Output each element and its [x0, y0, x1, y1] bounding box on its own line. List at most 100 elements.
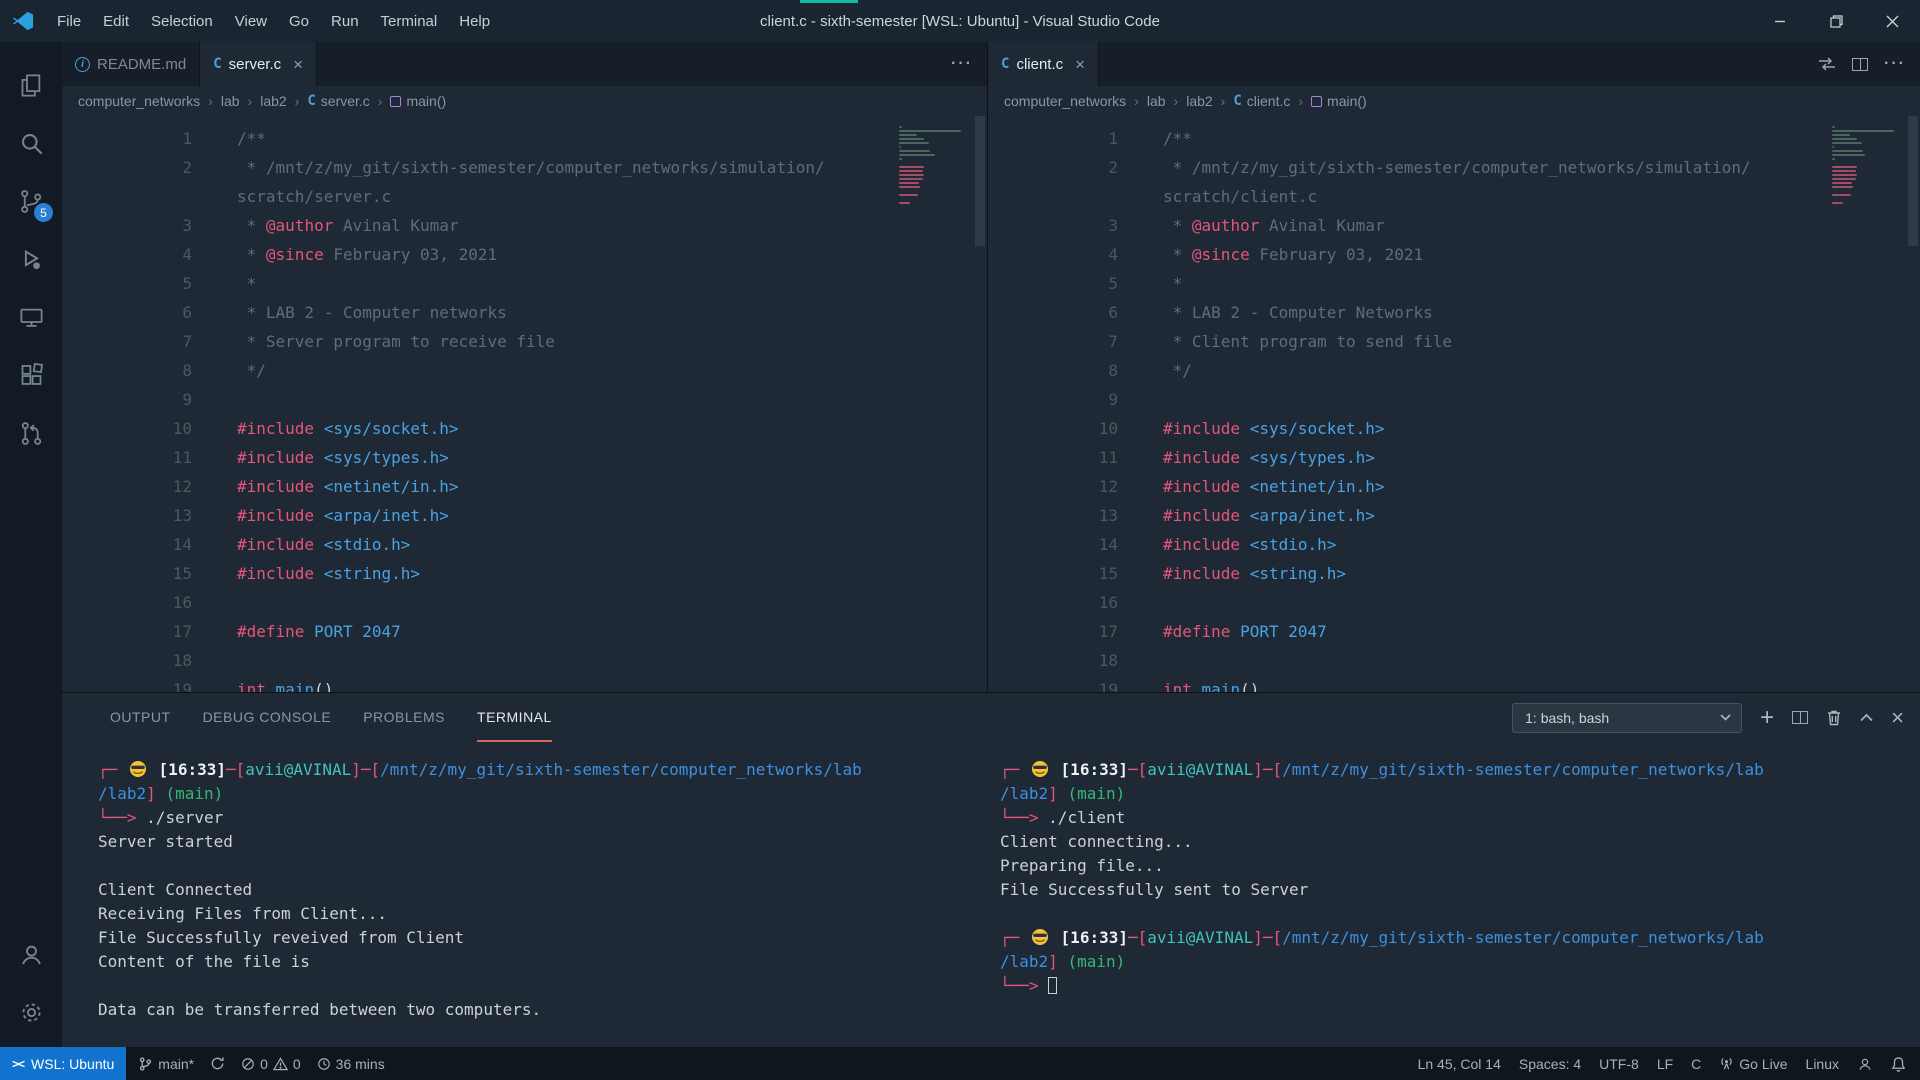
code-line[interactable]: 16 [62, 588, 987, 617]
menu-edit[interactable]: Edit [92, 7, 140, 36]
code-line[interactable]: 6 * LAB 2 - Computer networks [62, 298, 987, 327]
source-control-icon[interactable]: 5 [0, 172, 62, 230]
code-line[interactable]: 10#include <sys/socket.h> [988, 414, 1920, 443]
pull-requests-icon[interactable] [0, 404, 62, 462]
menu-terminal[interactable]: Terminal [370, 7, 449, 36]
close-panel-icon[interactable]: × [1891, 707, 1904, 729]
status-go-live[interactable]: Go Live [1719, 1056, 1787, 1072]
code-editor-client[interactable]: 1/**2 * /mnt/z/my_git/sixth-semester/com… [988, 116, 1920, 692]
extensions-icon[interactable] [0, 346, 62, 404]
code-line[interactable]: 19int main() [988, 675, 1920, 692]
remote-explorer-icon[interactable] [0, 288, 62, 346]
editor-scrollbar[interactable] [1908, 116, 1918, 246]
minimap[interactable] [899, 126, 969, 206]
panel-tab-output[interactable]: OUTPUT [110, 693, 171, 742]
breadcrumb-item[interactable]: main() [1311, 93, 1367, 109]
code-line[interactable]: 18 [62, 646, 987, 675]
code-line[interactable]: 19int main() [62, 675, 987, 692]
open-changes-icon[interactable] [1818, 56, 1836, 72]
code-line[interactable]: 17#define PORT 2047 [988, 617, 1920, 646]
account-icon[interactable] [0, 925, 62, 983]
code-line[interactable]: 6 * LAB 2 - Computer Networks [988, 298, 1920, 327]
code-line[interactable]: 18 [988, 646, 1920, 675]
panel-tab-problems[interactable]: PROBLEMS [363, 693, 445, 742]
status-utf-8[interactable]: UTF-8 [1599, 1056, 1639, 1072]
code-line[interactable]: 9 [988, 385, 1920, 414]
menu-selection[interactable]: Selection [140, 7, 224, 36]
editor-scrollbar[interactable] [975, 116, 985, 246]
breadcrumb-item[interactable]: lab [221, 93, 240, 109]
code-line[interactable]: 7 * Server program to receive file [62, 327, 987, 356]
code-line[interactable]: 12#include <netinet/in.h> [988, 472, 1920, 501]
breadcrumb-item[interactable]: lab [1147, 93, 1166, 109]
code-line[interactable]: 14#include <stdio.h> [988, 530, 1920, 559]
sync-icon[interactable] [210, 1056, 225, 1071]
terminal-left[interactable]: ┌─ [16:33]─[avii@AVINAL]─[/mnt/z/my_git/… [62, 742, 987, 1047]
code-line[interactable]: 16 [988, 588, 1920, 617]
close-tab-icon[interactable]: × [1075, 56, 1085, 73]
breadcrumb-item[interactable]: computer_networks [1004, 93, 1126, 109]
breadcrumb-item[interactable]: Cserver.c [307, 93, 369, 109]
code-line[interactable]: 15#include <string.h> [988, 559, 1920, 588]
problems-status[interactable]: 0 0 [241, 1056, 301, 1072]
code-line[interactable]: 1/** [62, 124, 987, 153]
breadcrumb-item[interactable]: lab2 [1186, 93, 1212, 109]
code-line[interactable]: 13#include <arpa/inet.h> [62, 501, 987, 530]
settings-gear-icon[interactable] [0, 983, 62, 1041]
status-lf[interactable]: LF [1657, 1056, 1673, 1072]
panel-tab-debug-console[interactable]: DEBUG CONSOLE [203, 693, 332, 742]
code-line[interactable]: 8 */ [62, 356, 987, 385]
breadcrumb-item[interactable]: Cclient.c [1233, 93, 1290, 109]
status-c[interactable]: C [1691, 1056, 1701, 1072]
code-line[interactable]: 5 * [988, 269, 1920, 298]
git-branch-status[interactable]: main* [138, 1056, 194, 1072]
more-actions-icon[interactable]: ··· [951, 55, 973, 73]
code-line[interactable]: scratch/client.c [988, 182, 1920, 211]
timer-status[interactable]: 36 mins [317, 1056, 385, 1072]
close-tab-icon[interactable]: × [293, 56, 303, 73]
editor-tab-client.c[interactable]: Cclient.c× [988, 42, 1099, 86]
breadcrumb-item[interactable]: main() [390, 93, 446, 109]
menu-go[interactable]: Go [278, 7, 320, 36]
code-line[interactable]: scratch/server.c [62, 182, 987, 211]
menu-view[interactable]: View [224, 7, 278, 36]
code-line[interactable]: 5 * [62, 269, 987, 298]
split-editor-icon[interactable] [1852, 58, 1868, 71]
close-window-button[interactable] [1864, 0, 1920, 42]
terminal-right[interactable]: ┌─ [16:33]─[avii@AVINAL]─[/mnt/z/my_git/… [987, 742, 1920, 1047]
status-spaces-4[interactable]: Spaces: 4 [1519, 1056, 1581, 1072]
code-line[interactable]: 12#include <netinet/in.h> [62, 472, 987, 501]
code-line[interactable]: 2 * /mnt/z/my_git/sixth-semester/compute… [988, 153, 1920, 182]
code-line[interactable]: 8 */ [988, 356, 1920, 385]
code-line[interactable]: 2 * /mnt/z/my_git/sixth-semester/compute… [62, 153, 987, 182]
run-debug-icon[interactable] [0, 230, 62, 288]
editor-tab-server.c[interactable]: Cserver.c× [200, 42, 317, 86]
menu-run[interactable]: Run [320, 7, 370, 36]
code-line[interactable]: 3 * @author Avinal Kumar [62, 211, 987, 240]
code-line[interactable]: 7 * Client program to send file [988, 327, 1920, 356]
code-editor-server[interactable]: 1/**2 * /mnt/z/my_git/sixth-semester/com… [62, 116, 987, 692]
panel-tab-terminal[interactable]: TERMINAL [477, 693, 552, 742]
remote-indicator[interactable]: >< WSL: Ubuntu [0, 1047, 126, 1080]
code-line[interactable]: 11#include <sys/types.h> [988, 443, 1920, 472]
code-line[interactable]: 10#include <sys/socket.h> [62, 414, 987, 443]
editor-tab-readme.md[interactable]: iREADME.md [62, 42, 200, 86]
feedback-icon[interactable] [1857, 1056, 1873, 1072]
terminal-picker-dropdown[interactable]: 1: bash, bash [1512, 703, 1742, 733]
code-line[interactable]: 4 * @since February 03, 2021 [62, 240, 987, 269]
minimize-button[interactable] [1752, 0, 1808, 42]
breadcrumb-item[interactable]: lab2 [260, 93, 286, 109]
menu-help[interactable]: Help [448, 7, 501, 36]
breadcrumb-item[interactable]: computer_networks [78, 93, 200, 109]
split-terminal-icon[interactable] [1792, 711, 1808, 724]
code-line[interactable]: 3 * @author Avinal Kumar [988, 211, 1920, 240]
kill-terminal-icon[interactable] [1826, 709, 1842, 726]
explorer-icon[interactable] [0, 56, 62, 114]
restore-button[interactable] [1808, 0, 1864, 42]
code-line[interactable]: 4 * @since February 03, 2021 [988, 240, 1920, 269]
maximize-panel-icon[interactable] [1860, 713, 1873, 722]
minimap[interactable] [1832, 126, 1902, 206]
search-icon[interactable] [0, 114, 62, 172]
code-line[interactable]: 1/** [988, 124, 1920, 153]
more-actions-icon[interactable]: ··· [1884, 55, 1906, 73]
